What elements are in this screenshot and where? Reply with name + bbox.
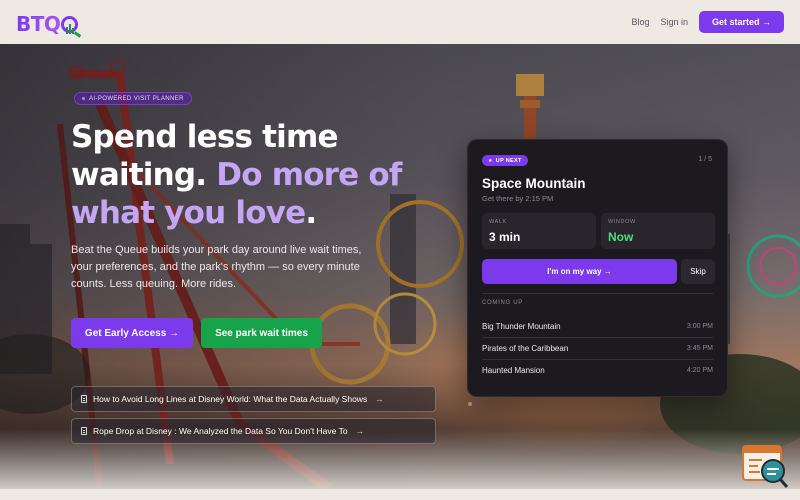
badge-dot-icon — [82, 97, 85, 100]
list-item[interactable]: Haunted Mansion 4:20 PM — [482, 359, 713, 381]
ride-arrival-time: Get there by 2:15 PM — [482, 194, 554, 203]
list-item[interactable]: Big Thunder Mountain 3:00 PM — [482, 315, 713, 337]
ride-counter: 1 / 5 — [698, 156, 712, 163]
star-icon: ★ — [488, 157, 493, 164]
article-title: How to Avoid Long Lines at Disney World:… — [93, 394, 368, 404]
skip-button[interactable]: Skip — [681, 259, 715, 284]
ride-name: Pirates of the Caribbean — [482, 343, 569, 353]
on-my-way-button[interactable]: I'm on my way → — [482, 259, 677, 284]
ai-badge: AI-POWERED VISIT PLANNER — [74, 92, 192, 105]
ride-time: 3:00 PM — [686, 322, 713, 330]
get-started-button[interactable]: Get started → — [698, 11, 784, 33]
logo-text: BTQ — [16, 12, 61, 36]
see-wait-times-button[interactable]: See park wait times — [201, 318, 322, 348]
up-next-badge: ★ UP NEXT — [482, 155, 528, 166]
arrow-right-icon: → — [355, 426, 365, 436]
document-icon — [81, 395, 87, 403]
document-icon — [81, 427, 87, 435]
ride-name: Haunted Mansion — [482, 365, 545, 375]
logo[interactable]: BTQ — [16, 8, 82, 38]
window-label: WINDOW — [608, 219, 636, 225]
up-next-card: ★ UP NEXT 1 / 5 Space Mountain Get there… — [467, 139, 728, 397]
window-value: Now — [608, 230, 634, 244]
article-link-1[interactable]: How to Avoid Long Lines at Disney World:… — [71, 386, 436, 412]
top-nav: BTQ Blog Sign in Get started → — [0, 0, 800, 44]
ride-time: 4:20 PM — [686, 366, 713, 374]
nav-link-sign-in[interactable]: Sign in — [660, 17, 688, 27]
coming-up-label: COMING UP — [482, 300, 523, 306]
headline-period: . — [305, 195, 317, 231]
headline-line-2-white: waiting. — [71, 157, 207, 193]
divider — [482, 293, 713, 294]
walk-label: WALK — [489, 219, 507, 225]
walk-stat: WALK 3 min — [482, 213, 596, 249]
hero-headline: Spend less time waiting. Do more of what… — [71, 118, 411, 232]
ride-name: Big Thunder Mountain — [482, 321, 561, 331]
headline-line-2-accent: Do more of — [216, 157, 402, 193]
chat-widget-icon[interactable] — [742, 445, 789, 489]
headline-line-3-accent: what you love — [71, 195, 306, 231]
headline-line-1: Spend less time — [71, 119, 339, 155]
hero-subcopy: Beat the Queue builds your park day arou… — [71, 244, 362, 290]
window-stat: WINDOW Now — [601, 213, 715, 249]
ride-time: 3:45 PM — [686, 344, 713, 352]
nav-link-blog[interactable]: Blog — [631, 17, 649, 27]
page-bottom-strip — [0, 489, 800, 500]
walk-value: 3 min — [489, 230, 521, 244]
article-link-2[interactable]: Rope Drop at Disney : We Analyzed the Da… — [71, 418, 436, 444]
get-early-access-button[interactable]: Get Early Access → — [71, 318, 193, 348]
ride-title: Space Mountain — [482, 176, 586, 191]
arrow-right-icon: → — [375, 394, 384, 404]
badge-label: AI-POWERED VISIT PLANNER — [89, 95, 184, 102]
article-title: Rope Drop at Disney : We Analyzed the Da… — [93, 426, 348, 436]
up-next-label: UP NEXT — [495, 157, 522, 164]
list-item[interactable]: Pirates of the Caribbean 3:45 PM — [482, 337, 713, 359]
logo-mark-icon — [61, 14, 82, 38]
